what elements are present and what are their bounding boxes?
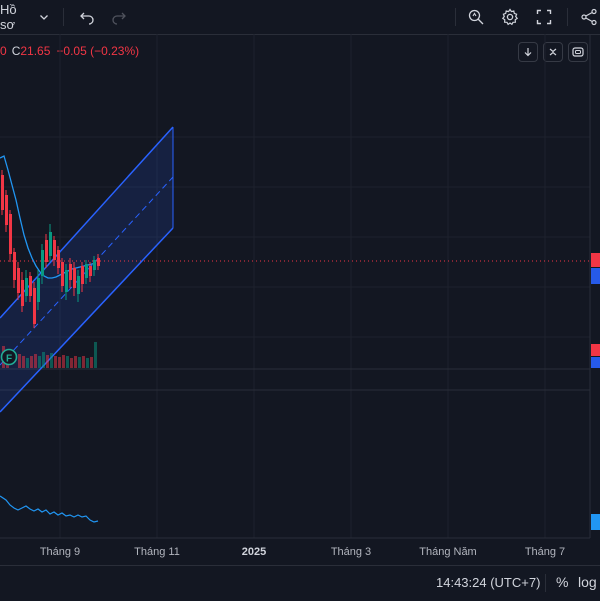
candle xyxy=(53,240,56,260)
volume-bar xyxy=(38,356,41,368)
candle xyxy=(97,258,100,266)
volume-bar xyxy=(74,356,77,368)
candle xyxy=(29,276,32,296)
candle xyxy=(89,266,92,276)
candle xyxy=(1,175,4,210)
percent-scale-toggle[interactable]: % xyxy=(556,574,568,590)
candle xyxy=(69,264,72,280)
volume-bar xyxy=(58,357,61,368)
volume-bar xyxy=(86,358,89,368)
volume-bar xyxy=(30,356,33,368)
volume-bar xyxy=(22,356,25,368)
candle xyxy=(5,195,8,225)
time-label: Tháng 9 xyxy=(40,546,80,558)
candle xyxy=(41,250,44,276)
candle xyxy=(57,250,60,268)
indicator-line xyxy=(0,495,99,523)
volume-ma-tag xyxy=(591,357,600,368)
volume-bar xyxy=(42,352,45,368)
price-axis-tags xyxy=(591,253,600,530)
candle xyxy=(85,264,88,278)
time-label: Tháng 11 xyxy=(134,546,180,558)
price-tag-ma xyxy=(591,268,600,284)
candle xyxy=(73,268,76,288)
volume-bar xyxy=(90,357,93,368)
volume-bar xyxy=(82,356,85,368)
candle xyxy=(93,260,96,270)
bottom-status-bar: 14:43:24 (UTC+7) % log xyxy=(0,565,600,601)
time-label: Tháng 7 xyxy=(525,546,565,558)
volume-bar xyxy=(26,358,29,368)
volume-bar xyxy=(34,354,37,368)
volume-bar xyxy=(70,358,73,368)
volume-bar xyxy=(78,357,81,368)
indicator-tag xyxy=(591,514,600,530)
candle xyxy=(13,252,16,280)
event-marker[interactable]: F xyxy=(0,348,18,366)
volume-bar xyxy=(94,342,97,368)
volume-bar xyxy=(18,354,21,368)
time-axis[interactable]: Tháng 9 Tháng 11 2025 Tháng 3 Tháng Năm … xyxy=(40,546,565,558)
candle xyxy=(25,278,28,296)
price-tag-last xyxy=(591,253,600,267)
event-marker-label: F xyxy=(6,354,12,365)
volume-tag xyxy=(591,344,600,356)
volume-bar xyxy=(62,355,65,368)
time-label: Tháng Năm xyxy=(419,546,476,558)
status-divider xyxy=(545,574,546,592)
volume-bar xyxy=(66,356,69,368)
candle xyxy=(9,214,12,254)
volume-bar xyxy=(50,353,53,368)
candle xyxy=(77,276,80,294)
volume-bar xyxy=(46,355,49,368)
chart-canvas[interactable]: F Tháng 9 Tháng 11 2025 Tháng 3 Tháng Nă… xyxy=(0,0,600,565)
time-label-year: 2025 xyxy=(242,546,266,558)
candle xyxy=(49,232,52,256)
candle xyxy=(81,266,84,284)
clock-timezone[interactable]: 14:43:24 (UTC+7) xyxy=(436,575,540,590)
candle xyxy=(33,288,36,324)
candle xyxy=(45,240,48,262)
candle xyxy=(37,278,40,302)
candle xyxy=(21,280,24,306)
log-scale-toggle[interactable]: log xyxy=(578,574,597,590)
candle xyxy=(61,262,64,286)
candle xyxy=(65,270,68,292)
candle xyxy=(17,268,20,293)
volume-bar xyxy=(54,356,57,368)
time-label: Tháng 3 xyxy=(331,546,371,558)
